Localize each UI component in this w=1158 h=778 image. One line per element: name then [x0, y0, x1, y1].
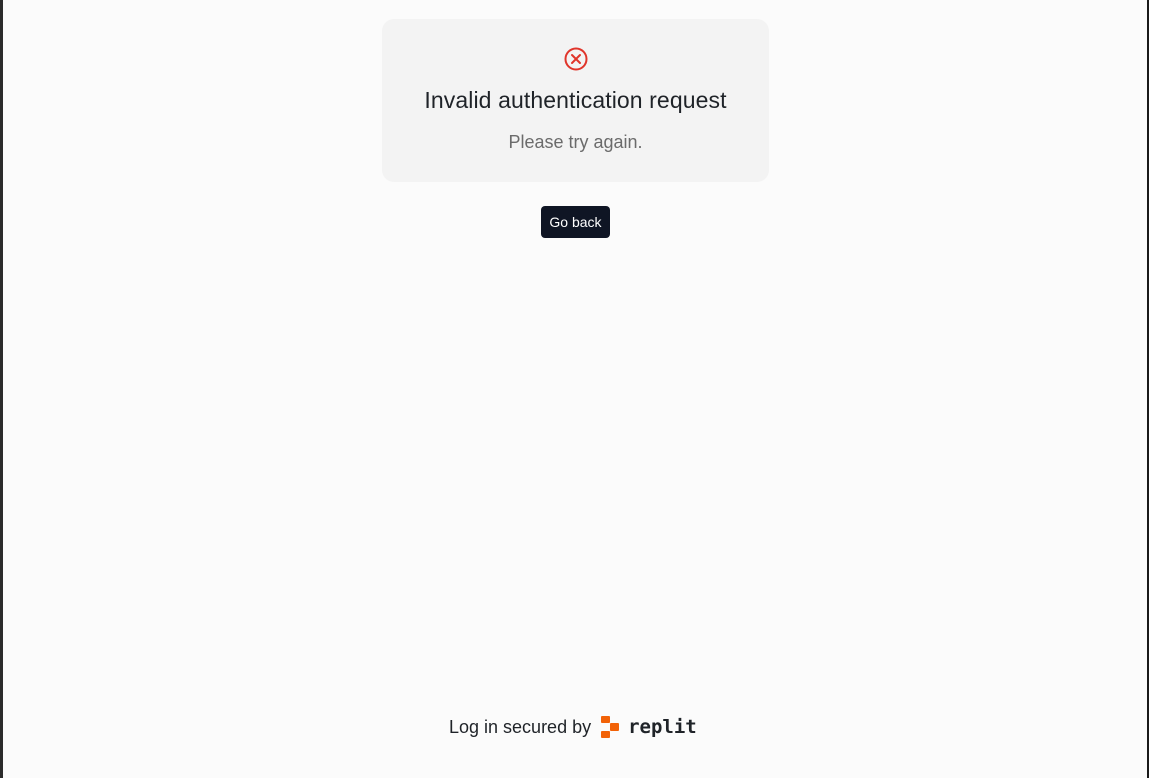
- error-title: Invalid authentication request: [424, 87, 727, 113]
- error-circle-x-icon: [564, 47, 588, 71]
- secured-by-text: Log in secured by: [449, 716, 592, 737]
- error-card: Invalid authentication request Please tr…: [382, 19, 769, 182]
- footer: Log in secured by replit: [449, 713, 697, 741]
- window-edge: [1147, 0, 1158, 778]
- replit-brand-name[interactable]: replit: [628, 716, 697, 738]
- error-subtitle: Please try again.: [508, 132, 643, 152]
- go-back-button[interactable]: Go back: [541, 206, 610, 238]
- replit-logo-icon[interactable]: [600, 715, 620, 739]
- auth-error-page: Invalid authentication request Please tr…: [3, 0, 1147, 778]
